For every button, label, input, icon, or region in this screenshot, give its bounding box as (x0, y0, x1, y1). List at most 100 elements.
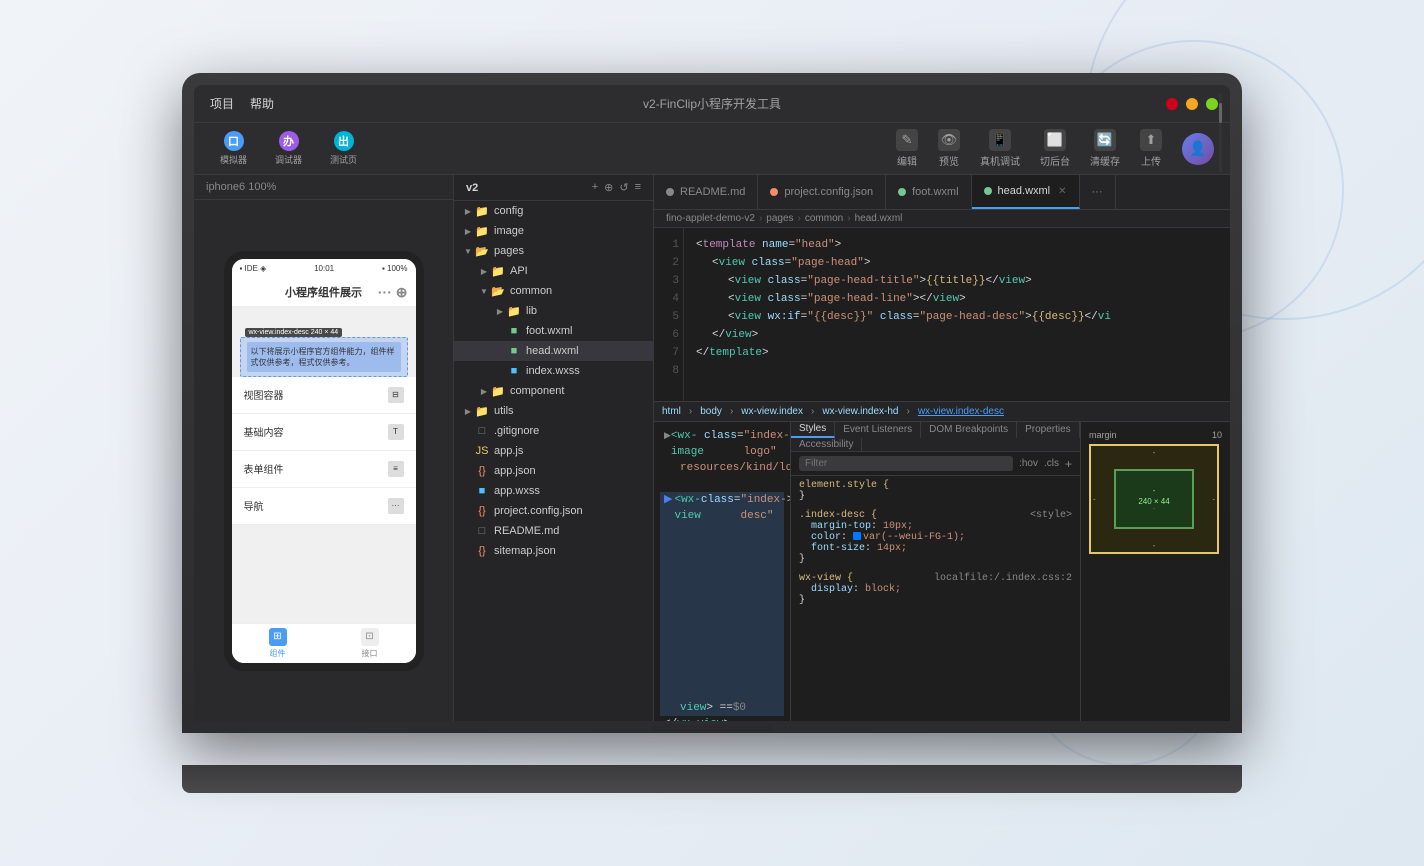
file-icon-index-wxss: ■ (506, 363, 522, 379)
real-device-action[interactable]: 📱 真机调试 (980, 129, 1020, 168)
collapse-icon[interactable]: ≡ (635, 181, 641, 194)
tree-item-common[interactable]: ▼ 📂 common (454, 281, 653, 301)
new-folder-icon[interactable]: ⊕ (604, 181, 613, 194)
debugger-button[interactable]: 办 调试器 (265, 127, 312, 170)
tree-item-pages[interactable]: ▼ 📂 pages (454, 241, 653, 261)
phone-menu-item-1[interactable]: 视图容器 ⊟ (232, 377, 416, 414)
folder-icon-config: 📁 (474, 203, 490, 219)
box-content-dims: - 240 × 44 - (1138, 486, 1169, 513)
tree-label-foot-wxml: foot.wxml (526, 325, 572, 337)
tab-head-wxml[interactable]: head.wxml ✕ (972, 175, 1080, 209)
background-icon: ⬜ (1044, 129, 1066, 151)
tree-item-sitemap[interactable]: ▶ {} sitemap.json (454, 541, 653, 561)
tree-item-app-js[interactable]: ▶ JS app.js (454, 441, 653, 461)
style-rule-index-desc: .index-desc { <style> margin-top: 10px; … (799, 510, 1072, 565)
box-margin-left: - (1093, 495, 1096, 504)
background-action[interactable]: ⬜ 切后台 (1040, 129, 1070, 168)
tree-label-app-wxss: app.wxss (494, 485, 540, 497)
phone-menu-item-2[interactable]: 基础内容 T (232, 414, 416, 451)
phone-highlight-label: wx-view.index-desc 240 × 44 (245, 328, 343, 337)
minimize-button[interactable] (1186, 98, 1198, 110)
tree-item-head-wxml[interactable]: ▶ ■ head.wxml (454, 341, 653, 361)
test-button[interactable]: 出 测试页 (320, 127, 367, 170)
style-close-wxview: } (799, 595, 1072, 606)
filter-input[interactable] (799, 456, 1013, 471)
tree-label-head-wxml: head.wxml (526, 345, 579, 357)
close-button[interactable] (1166, 98, 1178, 110)
phone-nav-api[interactable]: ⊡ 接口 (361, 628, 379, 659)
user-avatar[interactable]: 👤 (1182, 133, 1214, 165)
maximize-button[interactable] (1206, 98, 1218, 110)
dom-path-html[interactable]: html (662, 406, 681, 417)
tree-item-lib[interactable]: ▶ 📁 lib (454, 301, 653, 321)
tab-accessibility[interactable]: Accessibility (791, 438, 862, 452)
code-editor-top[interactable]: 1 2 3 4 5 6 7 8 (654, 228, 1230, 401)
dom-path-body[interactable]: body (700, 406, 722, 417)
refresh-icon[interactable]: ↺ (619, 181, 628, 194)
tree-item-foot-wxml[interactable]: ▶ ■ foot.wxml (454, 321, 653, 341)
tab-styles[interactable]: Styles (791, 422, 835, 438)
file-icon-sitemap: {} (474, 543, 490, 559)
style-close-desc: } (799, 554, 1072, 565)
phone-menu-item-4[interactable]: 导航 ··· (232, 488, 416, 525)
tab-dot-foot (898, 188, 906, 196)
tab-readme[interactable]: README.md (654, 175, 758, 209)
tab-project-config[interactable]: project.config.json (758, 175, 886, 209)
tree-item-component[interactable]: ▶ 📁 component (454, 381, 653, 401)
tree-arrow-image: ▶ (462, 227, 474, 236)
preview-action[interactable]: 👁 预览 (938, 129, 960, 168)
dom-path-index-hd[interactable]: wx-view.index-hd (822, 406, 898, 417)
dom-line-5: </wx-view> (660, 716, 784, 721)
filter-pseudo[interactable]: :hov (1019, 458, 1038, 469)
code-content[interactable]: <template name="head"> <view class="page… (684, 228, 1230, 401)
clear-cache-action[interactable]: 🔄 清缓存 (1090, 129, 1120, 168)
style-props-2: display: block; (799, 584, 1072, 595)
tab-more[interactable]: ··· (1080, 175, 1116, 209)
tab-event-listeners[interactable]: Event Listeners (835, 422, 921, 438)
file-tree-actions: + ⊕ ↺ ≡ (592, 181, 641, 194)
phone-nav-component[interactable]: ⊞ 组件 (269, 628, 287, 659)
edit-action[interactable]: ✎ 编辑 (896, 129, 918, 168)
tree-item-readme[interactable]: ▶ □ README.md (454, 521, 653, 541)
tab-foot-wxml[interactable]: foot.wxml (886, 175, 971, 209)
tree-label-api: API (510, 265, 528, 277)
style-source-2[interactable]: localfile:/.index.css:2 (934, 573, 1072, 584)
filter-cls[interactable]: .cls (1044, 458, 1059, 469)
dom-line-4: view> == $0 (660, 700, 784, 716)
dom-path-index-desc[interactable]: wx-view.index-desc (918, 406, 1004, 417)
style-rule-element: element.style { } (799, 480, 1072, 502)
box-border-label: - (1153, 448, 1156, 457)
tree-item-app-json[interactable]: ▶ {} app.json (454, 461, 653, 481)
menu-item-label-4: 导航 (244, 498, 264, 513)
style-prop-display: display: block; (811, 584, 1072, 595)
breadcrumb-sep-1: › (759, 213, 762, 224)
file-tree-header: v2 + ⊕ ↺ ≡ (454, 175, 653, 201)
preview-icon: 👁 (938, 129, 960, 151)
breadcrumb-common: common (805, 213, 843, 224)
phone-menu-item-3[interactable]: 表单组件 ≡ (232, 451, 416, 488)
menu-project[interactable]: 项目 (210, 95, 234, 112)
new-file-icon[interactable]: + (592, 181, 598, 194)
tab-close-head[interactable]: ✕ (1058, 186, 1066, 197)
dom-path-index[interactable]: wx-view.index (741, 406, 803, 417)
filter-add[interactable]: + (1065, 457, 1072, 471)
tree-item-image[interactable]: ▶ 📁 image (454, 221, 653, 241)
tab-properties[interactable]: Properties (1017, 422, 1080, 438)
tree-item-utils[interactable]: ▶ 📁 utils (454, 401, 653, 421)
styles-filter: :hov .cls + (791, 452, 1080, 476)
devtools-panel: html › body › wx-view.index › wx-view.in… (654, 401, 1230, 721)
tree-item-gitignore[interactable]: ▶ □ .gitignore (454, 421, 653, 441)
dom-line-3[interactable]: ▶ <wx-view class="index-desc">以下将展示小程序官方… (660, 492, 784, 700)
tree-item-app-wxss[interactable]: ▶ ■ app.wxss (454, 481, 653, 501)
tree-item-index-wxss[interactable]: ▶ ■ index.wxss (454, 361, 653, 381)
simulator-button[interactable]: 口 模拟器 (210, 127, 257, 170)
code-line-2: <view class="page-head"> (696, 254, 1218, 272)
tree-item-config[interactable]: ▶ 📁 config (454, 201, 653, 221)
tree-item-project-config[interactable]: ▶ {} project.config.json (454, 501, 653, 521)
main-content: iphone6 100% ▪ IDE ◈ 10:01 ▪ 100% 小程 (194, 175, 1230, 721)
menu-item-label-3: 表单组件 (244, 461, 284, 476)
upload-action[interactable]: ⬆ 上传 (1140, 129, 1162, 168)
tab-dom-breakpoints[interactable]: DOM Breakpoints (921, 422, 1017, 438)
tree-item-api[interactable]: ▶ 📁 API (454, 261, 653, 281)
menu-help[interactable]: 帮助 (250, 95, 274, 112)
